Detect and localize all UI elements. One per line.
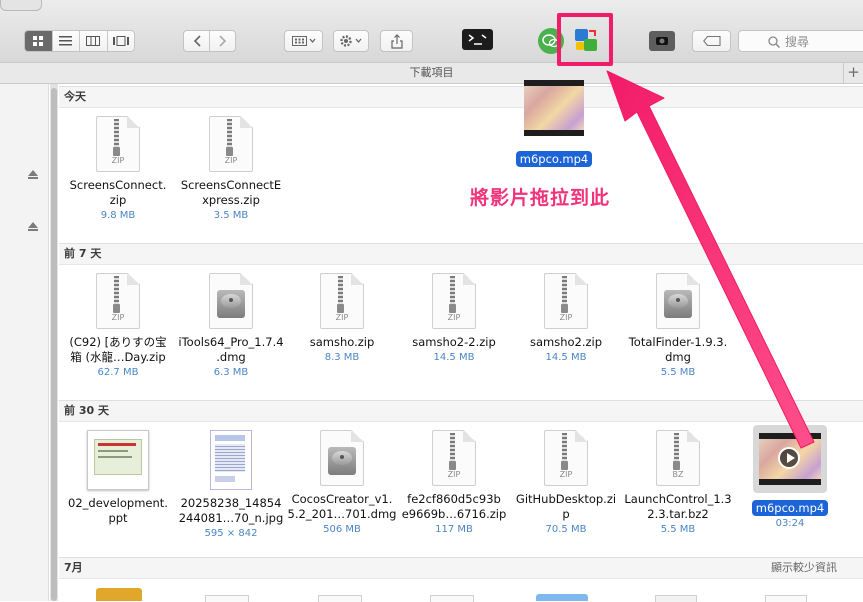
drag-arrow-icon xyxy=(606,70,815,449)
